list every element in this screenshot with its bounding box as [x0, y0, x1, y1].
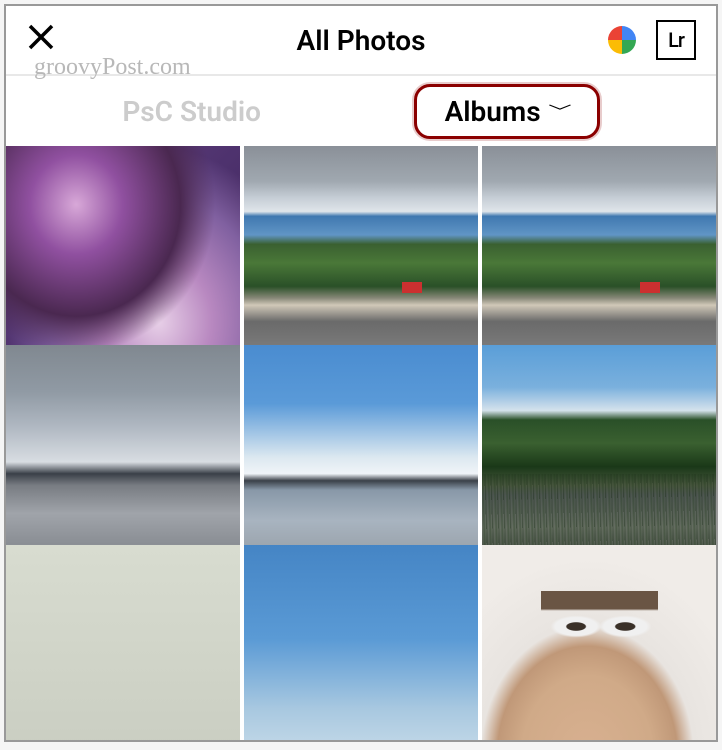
photo-thumb-8[interactable] [244, 545, 478, 740]
google-photos-button[interactable] [602, 20, 642, 60]
photo-thumb-7[interactable] [6, 545, 240, 740]
google-photos-icon [602, 20, 642, 60]
albums-label: Albums [445, 95, 541, 128]
source-tabs: PsC Studio Albums ﹀ [6, 76, 716, 146]
lightroom-button[interactable]: Lr [656, 20, 696, 60]
app-frame: groovyPost.com All Photos Lr [4, 4, 718, 742]
lightroom-label: Lr [668, 28, 684, 52]
psc-studio-tab[interactable]: PsC Studio [122, 95, 261, 128]
header-actions: Lr [602, 20, 696, 60]
page-title: All Photos [297, 24, 426, 57]
watermark-text: groovyPost.com [34, 54, 191, 81]
photo-thumb-9[interactable] [482, 545, 716, 740]
photo-grid [6, 146, 716, 740]
close-button[interactable] [26, 22, 56, 58]
albums-dropdown[interactable]: Albums ﹀ [414, 84, 600, 139]
chevron-down-icon: ﹀ [548, 101, 571, 122]
close-icon [26, 22, 56, 52]
